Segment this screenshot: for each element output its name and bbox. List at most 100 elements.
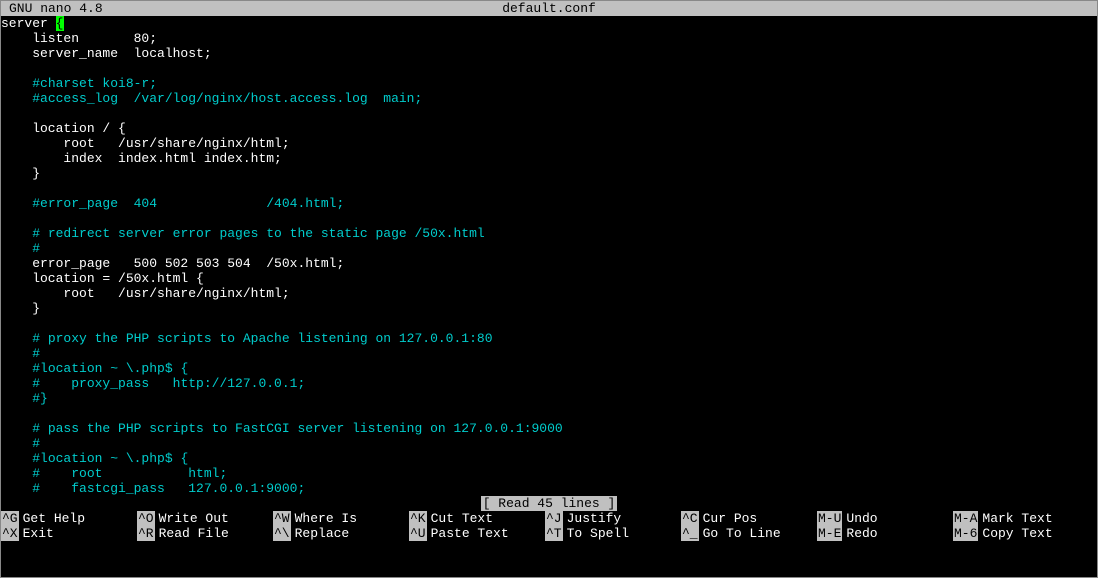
text-segment: [1, 466, 32, 481]
editor-line: }: [1, 301, 1097, 316]
text-segment: [1, 76, 32, 91]
text-segment: #: [32, 436, 40, 451]
text-segment: root /usr/share/nginx/html;: [1, 286, 290, 301]
text-segment: # redirect server error pages to the sta…: [32, 226, 484, 241]
editor-line: error_page 500 502 503 504 /50x.html;: [1, 256, 1097, 271]
filename: default.conf: [502, 1, 596, 16]
text-segment: location / {: [1, 121, 126, 136]
shortcut-key: ^C: [681, 511, 699, 526]
editor-line: #: [1, 241, 1097, 256]
shortcut-key: ^\: [273, 526, 291, 541]
shortcut-key: ^_: [681, 526, 699, 541]
editor-line: #: [1, 436, 1097, 451]
editor-line: }: [1, 166, 1097, 181]
text-segment: [1, 226, 32, 241]
text-segment: [1, 196, 32, 211]
editor-line: # redirect server error pages to the sta…: [1, 226, 1097, 241]
shortcut-label: Copy Text: [982, 526, 1052, 541]
editor-line: location / {: [1, 121, 1097, 136]
shortcut-label: Get Help: [23, 511, 85, 526]
shortcut-item: ^X Exit: [1, 526, 137, 541]
shortcut-label: Replace: [295, 526, 350, 541]
shortcut-item: ^J Justify: [545, 511, 681, 526]
shortcut-item: M-U Undo: [817, 511, 953, 526]
editor-area[interactable]: server { listen 80; server_name localhos…: [1, 16, 1097, 496]
editor-line: root /usr/share/nginx/html;: [1, 136, 1097, 151]
shortcut-item: ^CCur Pos: [681, 511, 817, 526]
text-segment: error_page 500 502 503 504 /50x.html;: [1, 256, 344, 271]
editor-line: server {: [1, 16, 1097, 31]
shortcut-key: ^X: [1, 526, 19, 541]
shortcut-label: Go To Line: [703, 526, 781, 541]
shortcut-label: Justify: [567, 511, 622, 526]
editor-line: # proxy_pass http://127.0.0.1;: [1, 376, 1097, 391]
shortcut-item: ^WWhere Is: [273, 511, 409, 526]
shortcut-key: ^T: [545, 526, 563, 541]
editor-line: root /usr/share/nginx/html;: [1, 286, 1097, 301]
text-segment: # root html;: [32, 466, 227, 481]
text-segment: #location ~ \.php$ {: [32, 451, 188, 466]
shortcut-key: ^W: [273, 511, 291, 526]
shortcut-item: ^TTo Spell: [545, 526, 681, 541]
text-segment: }: [1, 301, 40, 316]
text-segment: #location ~ \.php$ {: [32, 361, 188, 376]
shortcut-item: M-A Mark Text: [953, 511, 1089, 526]
text-segment: #: [32, 241, 40, 256]
editor-line: server_name localhost;: [1, 46, 1097, 61]
shortcut-item: ^O Write Out: [137, 511, 273, 526]
text-segment: [1, 421, 32, 436]
shortcut-key: M-U: [817, 511, 842, 526]
shortcut-label: Undo: [846, 511, 877, 526]
text-segment: #}: [32, 391, 48, 406]
text-segment: location = /50x.html {: [1, 271, 204, 286]
shortcut-key: ^G: [1, 511, 19, 526]
shortcut-bar: ^G Get Help ^O Write Out ^WWhere Is^KCut Tex…: [1, 511, 1097, 541]
text-segment: [1, 241, 32, 256]
shortcut-key: M-6: [953, 526, 978, 541]
text-segment: server_name localhost;: [1, 46, 212, 61]
shortcut-label: Redo: [846, 526, 877, 541]
shortcut-key: ^U: [409, 526, 427, 541]
editor-line: location = /50x.html {: [1, 271, 1097, 286]
text-segment: [1, 376, 32, 391]
text-segment: #charset koi8-r;: [32, 76, 157, 91]
editor-line: #error_page 404 /404.html;: [1, 196, 1097, 211]
editor-line: # root html;: [1, 466, 1097, 481]
text-segment: [1, 361, 32, 376]
text-segment: [1, 331, 32, 346]
text-segment: [1, 391, 32, 406]
text-segment: #error_page 404 /404.html;: [32, 196, 344, 211]
shortcut-label: Write Out: [159, 511, 229, 526]
shortcut-item: ^RRead File: [137, 526, 273, 541]
shortcut-item: ^UPaste Text: [409, 526, 545, 541]
shortcut-key: M-A: [953, 511, 978, 526]
shortcut-item: M-E Redo: [817, 526, 953, 541]
editor-line: [1, 61, 1097, 76]
shortcut-label: Mark Text: [982, 511, 1052, 526]
editor-line: index index.html index.htm;: [1, 151, 1097, 166]
editor-line: listen 80;: [1, 31, 1097, 46]
app-name: GNU nano 4.8: [1, 1, 103, 16]
text-segment: [1, 451, 32, 466]
shortcut-label: Exit: [23, 526, 54, 541]
shortcut-key: ^J: [545, 511, 563, 526]
text-segment: #: [32, 346, 40, 361]
shortcut-key: M-E: [817, 526, 842, 541]
editor-line: #}: [1, 391, 1097, 406]
text-cursor: {: [56, 16, 64, 31]
editor-line: [1, 406, 1097, 421]
text-segment: # proxy the PHP scripts to Apache listen…: [32, 331, 492, 346]
shortcut-item: ^KCut Text: [409, 511, 545, 526]
editor-line: # proxy the PHP scripts to Apache listen…: [1, 331, 1097, 346]
text-segment: server: [1, 16, 56, 31]
editor-line: #access_log /var/log/nginx/host.access.l…: [1, 91, 1097, 106]
editor-line: #location ~ \.php$ {: [1, 451, 1097, 466]
shortcut-row-1: ^G Get Help ^O Write Out ^WWhere Is^KCut Tex…: [1, 511, 1097, 526]
editor-line: [1, 106, 1097, 121]
text-segment: }: [1, 166, 40, 181]
text-segment: #access_log /var/log/nginx/host.access.l…: [32, 91, 422, 106]
editor-line: #location ~ \.php$ {: [1, 361, 1097, 376]
editor-line: [1, 316, 1097, 331]
shortcut-key: ^O: [137, 511, 155, 526]
text-segment: [1, 436, 32, 451]
